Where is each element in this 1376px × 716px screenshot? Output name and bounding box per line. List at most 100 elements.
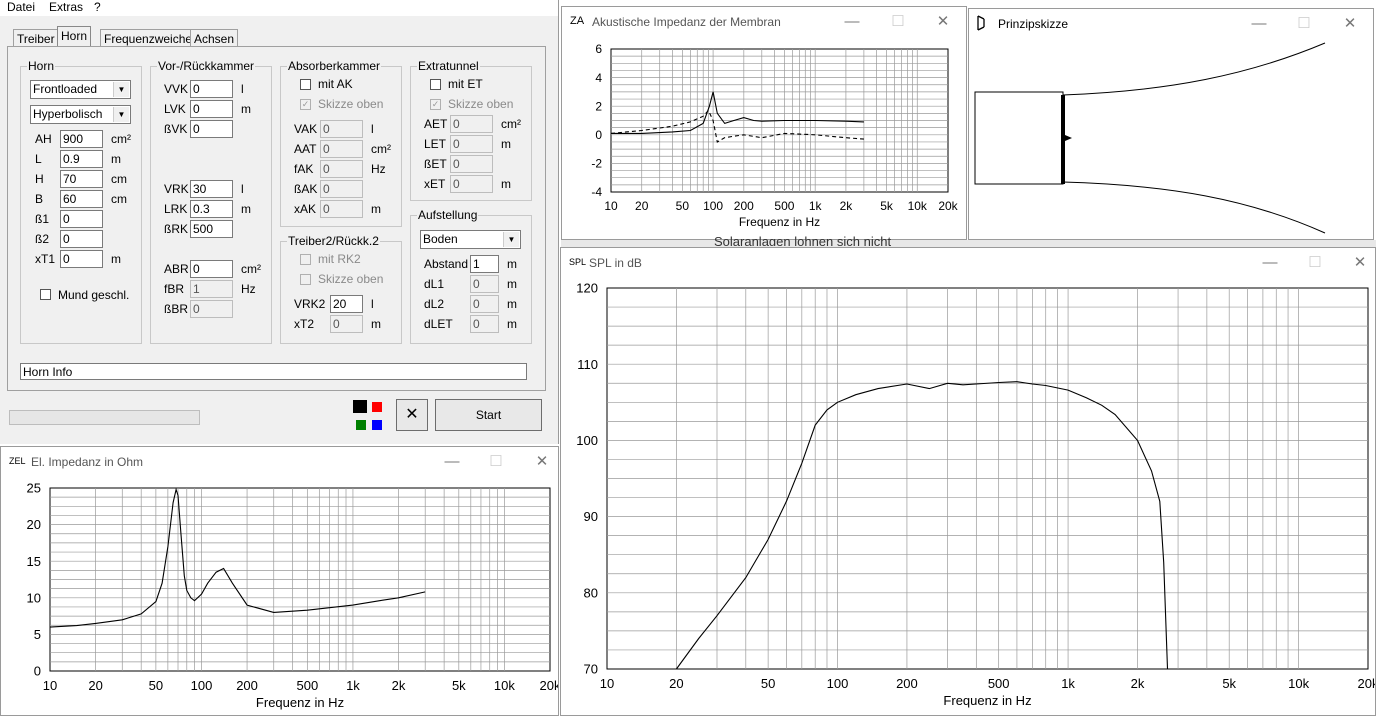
field-input-dlet[interactable]: 0	[470, 315, 499, 333]
y-tick-label: -2	[591, 157, 602, 171]
close-icon[interactable]: ✕	[522, 451, 562, 473]
field-input-vrk2[interactable]: 20	[330, 295, 363, 313]
field-unit-aet: cm²	[501, 117, 521, 131]
horn-info-field[interactable]: Horn Info	[20, 363, 527, 380]
field-input-lvk[interactable]: 0	[190, 100, 233, 118]
field-input-l[interactable]: 0.9	[60, 150, 103, 168]
field-input-vak[interactable]: 0	[320, 120, 363, 138]
y-tick-label: 5	[34, 627, 41, 642]
field-input-xak[interactable]: 0	[320, 200, 363, 218]
field-input-h[interactable]: 70	[60, 170, 103, 188]
zel-window-icon: ZEL	[9, 456, 26, 466]
menu-datei[interactable]: Datei	[7, 0, 35, 14]
mouth-closed-checkbox[interactable]	[40, 289, 51, 300]
driver2-checkbox[interactable]	[300, 254, 311, 265]
horn-profile-select[interactable]: Hyperbolisch ▼	[30, 105, 131, 124]
tab-achsen[interactable]: Achsen	[190, 29, 239, 47]
field-unit-lvk: m	[241, 102, 251, 116]
x-tick-label: 20	[669, 676, 683, 691]
y-tick-label: 100	[576, 433, 598, 448]
field-label-vrk: VRK	[164, 182, 189, 196]
field-input-ssbr[interactable]: 0	[190, 300, 233, 318]
driver2-group-title: Treiber2/Rückk.2	[287, 234, 380, 248]
minimize-icon[interactable]: —	[832, 11, 872, 33]
x-tick-label: 20	[635, 199, 649, 213]
start-button[interactable]: Start	[435, 399, 542, 431]
field-input-ss2[interactable]: 0	[60, 230, 103, 248]
field-input-abr[interactable]: 0	[190, 260, 233, 278]
field-input-xet[interactable]: 0	[450, 175, 493, 193]
close-icon[interactable]: ✕	[1330, 13, 1370, 35]
sketch-titlebar: Prinzipskizze — ☐ ✕	[969, 9, 1373, 39]
maximize-icon[interactable]: ☐	[878, 11, 918, 33]
placement-value: Boden	[423, 232, 458, 246]
maximize-icon[interactable]: ☐	[1284, 13, 1324, 35]
spl-chart: 70 80 90 100 110 120 10 20 50 100 200 500 1k 2k 5k 10k 2…	[576, 281, 1375, 708]
menu-help[interactable]: ?	[94, 0, 101, 14]
color-swatch-blue[interactable]	[372, 420, 382, 430]
mouth-closed-label: Mund geschl.	[58, 288, 130, 302]
field-input-ssak[interactable]: 0	[320, 180, 363, 198]
field-input-fbr[interactable]: 1	[190, 280, 233, 298]
tab-frequenzweiche[interactable]: Frequenzweiche	[100, 29, 197, 47]
x-tick-label: 100	[703, 199, 723, 213]
rear-chamber-shape	[974, 91, 1064, 185]
color-swatch-green[interactable]	[356, 420, 366, 430]
driver2-sketch-checkbox[interactable]	[300, 274, 311, 285]
minimize-icon[interactable]: —	[1239, 13, 1279, 35]
field-input-b[interactable]: 60	[60, 190, 103, 208]
maximize-icon[interactable]: ☐	[476, 451, 516, 473]
field-input-lrk[interactable]: 0.3	[190, 200, 233, 218]
horn-load-value: Frontloaded	[33, 82, 98, 96]
clear-button[interactable]: ✕	[396, 399, 428, 431]
menu-extras[interactable]: Extras	[49, 0, 83, 14]
placement-group-title: Aufstellung	[417, 208, 479, 222]
absorber-sketch-checkbox[interactable]: ✓	[300, 99, 311, 110]
za-window-title: Akustische Impedanz der Membran	[592, 15, 781, 29]
field-unit-fbr: Hz	[241, 282, 256, 296]
field-input-ssvk[interactable]: 0	[190, 120, 233, 138]
field-input-vrk[interactable]: 30	[190, 180, 233, 198]
minimize-icon[interactable]: —	[432, 451, 472, 473]
field-input-abstand[interactable]: 1	[470, 255, 499, 273]
field-input-ss1[interactable]: 0	[60, 210, 103, 228]
x-tick-label: 500	[988, 676, 1010, 691]
field-input-sset[interactable]: 0	[450, 155, 493, 173]
field-input-let[interactable]: 0	[450, 135, 493, 153]
spl-window-title: SPL in dB	[589, 256, 642, 270]
field-input-aet[interactable]: 0	[450, 115, 493, 133]
field-input-fak[interactable]: 0	[320, 160, 363, 178]
field-input-vvk[interactable]: 0	[190, 80, 233, 98]
x-tick-label: 5k	[1222, 676, 1236, 691]
extratunnel-checkbox[interactable]	[430, 79, 441, 90]
progress-bar	[9, 410, 200, 425]
x-tick-label: 2k	[840, 199, 854, 213]
field-input-xt2[interactable]: 0	[330, 315, 363, 333]
horn-lower-contour	[1062, 181, 1326, 234]
color-swatch-black[interactable]	[353, 400, 367, 413]
x-tick-label: 5k	[452, 678, 466, 693]
placement-select[interactable]: Boden ▼	[420, 230, 521, 249]
extratunnel-group-title: Extratunnel	[417, 59, 480, 73]
minimize-icon[interactable]: —	[1250, 252, 1290, 274]
close-icon[interactable]: ✕	[923, 11, 963, 33]
x-tick-label: 200	[734, 199, 754, 213]
field-input-ah[interactable]: 900	[60, 130, 103, 148]
field-input-dl1[interactable]: 0	[470, 275, 499, 293]
field-input-ssrk[interactable]: 500	[190, 220, 233, 238]
field-input-aat[interactable]: 0	[320, 140, 363, 158]
field-unit-xt1: m	[111, 252, 121, 266]
tab-horn[interactable]: Horn	[57, 26, 92, 47]
field-input-xt1[interactable]: 0	[60, 250, 103, 268]
absorber-checkbox[interactable]	[300, 79, 311, 90]
horn-group-title: Horn	[27, 59, 56, 73]
horn-load-select[interactable]: Frontloaded ▼	[30, 80, 131, 99]
color-swatch-red[interactable]	[372, 402, 382, 412]
extratunnel-sketch-checkbox[interactable]: ✓	[430, 99, 441, 110]
tab-treiber[interactable]: Treiber	[13, 29, 59, 47]
close-icon[interactable]: ✕	[1340, 252, 1376, 274]
x-tick-label: 50	[676, 199, 690, 213]
maximize-icon[interactable]: ☐	[1295, 252, 1335, 274]
field-input-dl2[interactable]: 0	[470, 295, 499, 313]
absorber-group-title: Absorberkammer	[287, 59, 382, 73]
